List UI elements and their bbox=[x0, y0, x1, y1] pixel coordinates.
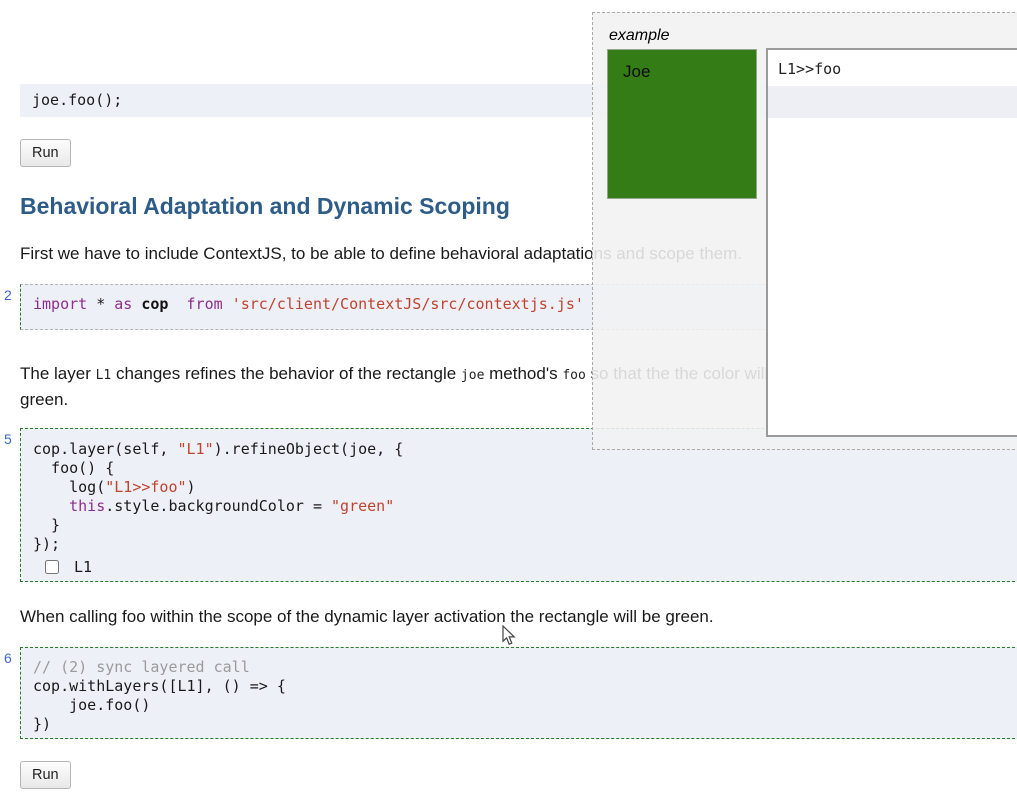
joe-rectangle[interactable]: Joe bbox=[607, 49, 757, 199]
paragraph-when-calling: When calling foo within the scope of the… bbox=[20, 607, 714, 626]
line-number-6: 6 bbox=[4, 650, 12, 666]
layer-toggle-row: L1 bbox=[33, 557, 1012, 577]
code-content-5: cop.layer(self, "L1").refineObject(joe, … bbox=[33, 440, 404, 553]
line-number-5: 5 bbox=[4, 431, 12, 447]
layer-l1-label: L1 bbox=[74, 557, 93, 576]
run-button-1[interactable]: Run bbox=[20, 139, 71, 167]
log-panel[interactable]: L1>>foo bbox=[766, 48, 1017, 437]
log-entry-stripe bbox=[768, 86, 1017, 118]
paragraph-layer-line2: green. bbox=[20, 390, 69, 409]
run-button-2[interactable]: Run bbox=[20, 761, 71, 789]
code-content-6: // (2) sync layered call cop.withLayers([… bbox=[33, 658, 286, 733]
example-window-title: example bbox=[609, 27, 670, 44]
log-entry: L1>>foo bbox=[778, 60, 842, 78]
layer-l1-checkbox[interactable] bbox=[45, 560, 59, 574]
code-cell-5[interactable]: 5 cop.layer(self, "L1").refineObject(joe… bbox=[4, 428, 1017, 582]
example-window: example Joe L1>>foo bbox=[592, 12, 1017, 450]
code-cell-6[interactable]: 6 // (2) sync layered call cop.withLayers… bbox=[4, 647, 1017, 739]
line-number-2: 2 bbox=[4, 287, 12, 303]
